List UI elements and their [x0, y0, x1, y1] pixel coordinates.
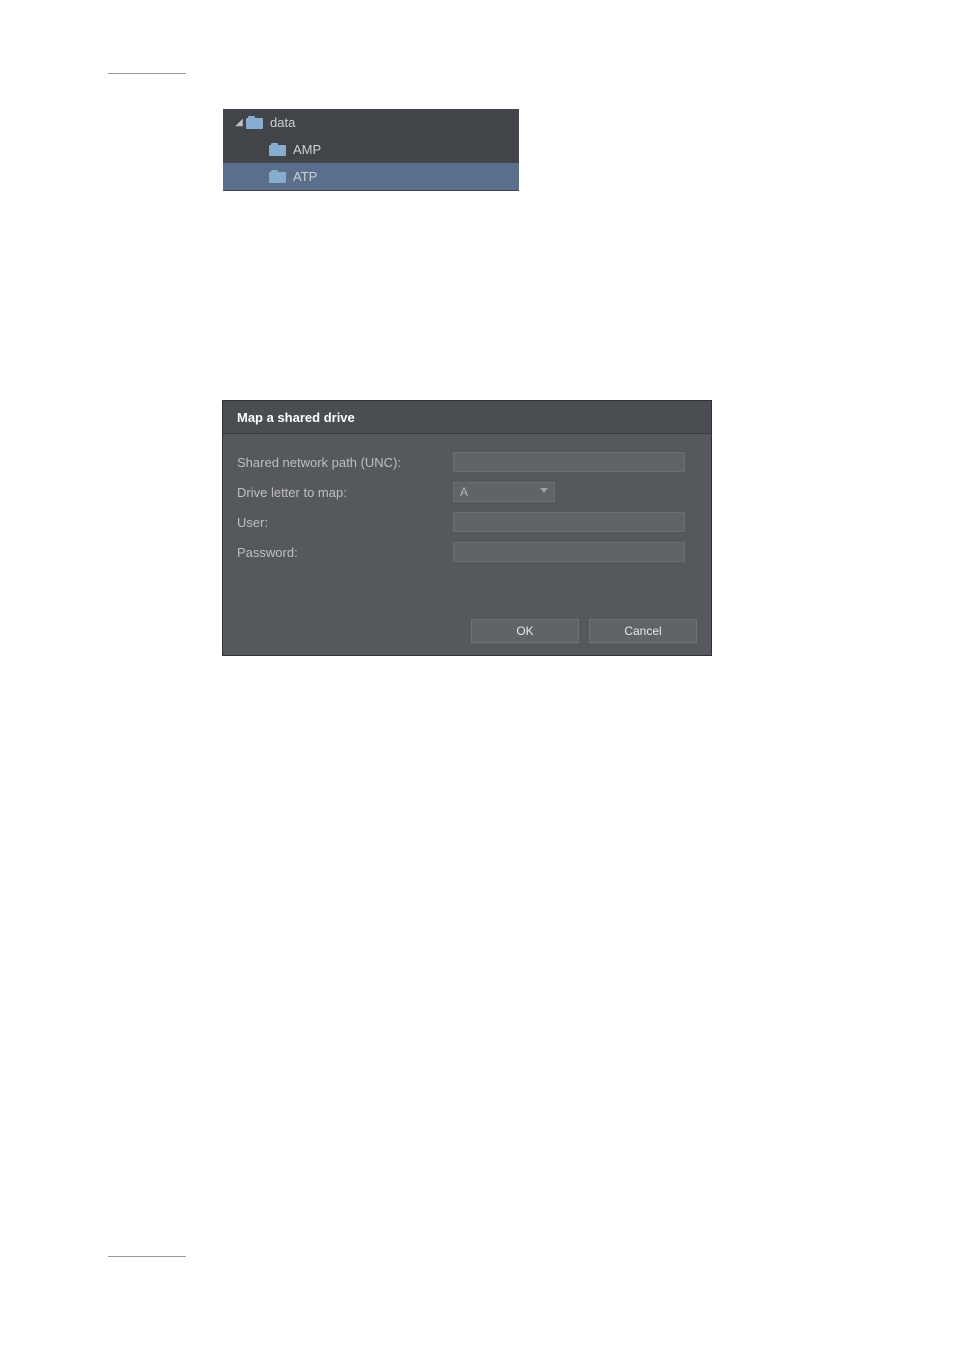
unc-input[interactable]: [453, 452, 685, 472]
row-unc: Shared network path (UNC):: [237, 452, 697, 472]
divider-top: [108, 73, 186, 74]
drive-letter-select[interactable]: A: [453, 482, 555, 502]
label-unc: Shared network path (UNC):: [237, 455, 453, 470]
cancel-button[interactable]: Cancel: [589, 619, 697, 643]
user-input[interactable]: [453, 512, 685, 532]
cancel-button-label: Cancel: [624, 624, 661, 638]
tree-item-atp[interactable]: ATP: [223, 163, 519, 190]
folder-tree: ◢ data AMP ATP: [223, 109, 519, 191]
expand-arrow-icon[interactable]: ◢: [234, 117, 244, 128]
folder-icon: [246, 116, 264, 130]
divider-bottom: [108, 1256, 186, 1257]
ok-button[interactable]: OK: [471, 619, 579, 643]
map-shared-drive-dialog: Map a shared drive Shared network path (…: [222, 400, 712, 656]
row-drive-letter: Drive letter to map: A: [237, 482, 697, 502]
tree-item-label: data: [270, 115, 295, 130]
tree-item-data[interactable]: ◢ data: [223, 109, 519, 136]
tree-item-label: ATP: [293, 169, 317, 184]
tree-item-amp[interactable]: AMP: [223, 136, 519, 163]
label-user: User:: [237, 515, 453, 530]
drive-letter-value: A: [460, 485, 468, 499]
label-password: Password:: [237, 545, 453, 560]
row-password: Password:: [237, 542, 697, 562]
chevron-down-icon: [540, 488, 548, 493]
ok-button-label: OK: [516, 624, 533, 638]
label-drive-letter: Drive letter to map:: [237, 485, 453, 500]
folder-icon: [269, 170, 287, 184]
tree-item-label: AMP: [293, 142, 321, 157]
dialog-button-row: OK Cancel: [471, 619, 697, 643]
dialog-title: Map a shared drive: [223, 401, 711, 434]
password-input[interactable]: [453, 542, 685, 562]
dialog-body: Shared network path (UNC): Drive letter …: [223, 434, 711, 562]
row-user: User:: [237, 512, 697, 532]
folder-icon: [269, 143, 287, 157]
